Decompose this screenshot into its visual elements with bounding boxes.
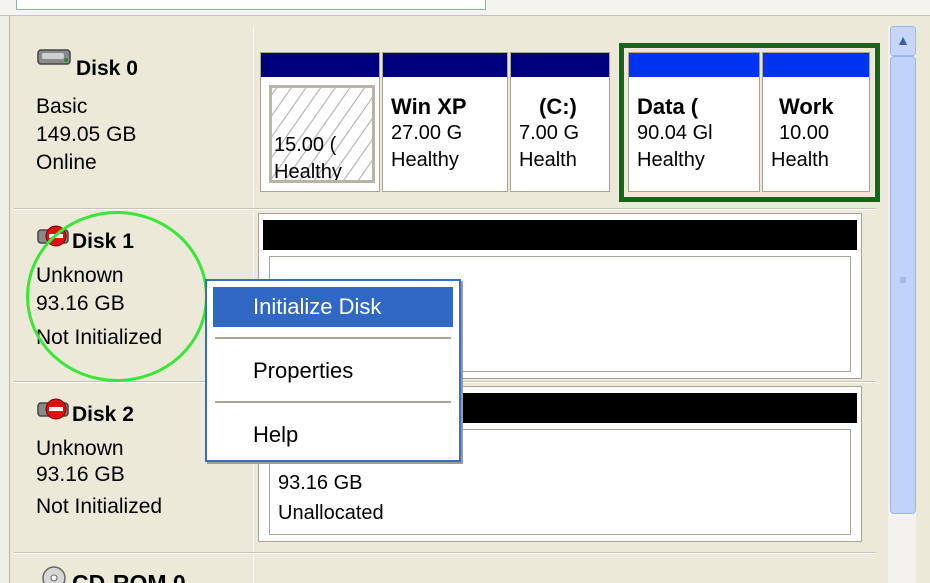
disk-name: CD-ROM 0: [72, 570, 186, 583]
vertical-scrollbar[interactable]: ▲ ≡: [888, 26, 916, 583]
extended-partition-frame: [619, 43, 880, 202]
disk-status: Online: [36, 151, 97, 174]
partition-win-xp[interactable]: Win XP 27.00 G Healthy: [382, 52, 508, 192]
volume-list-bottom: [16, 0, 486, 10]
partition-label: Win XP: [391, 94, 467, 119]
disk-error-icon: [37, 398, 69, 420]
partition-size: 7.00 G: [519, 122, 580, 144]
partition-status: Healthy: [274, 161, 342, 183]
scroll-up-button[interactable]: ▲: [890, 26, 916, 56]
menu-separator: [215, 337, 451, 340]
list-view-header: [0, 0, 930, 16]
menu-item-initialize-disk[interactable]: Initialize Disk: [213, 287, 453, 327]
partition-size: 15.00 (: [274, 134, 337, 156]
context-menu: Initialize Disk Properties Help: [205, 279, 461, 462]
partition-status: Healthy: [391, 149, 459, 171]
cdrom-0-info[interactable]: CD-ROM 0: [14, 556, 254, 583]
disk-type: Unknown: [36, 437, 124, 460]
primary-partition-bar: [383, 53, 507, 77]
partition-label: (C:): [539, 94, 577, 119]
grip-icon: ≡: [899, 273, 907, 287]
partition-size: 27.00 G: [391, 122, 463, 144]
row-divider: [14, 208, 876, 210]
partition-1[interactable]: 15.00 ( Healthy: [260, 52, 380, 192]
partition-c-drive[interactable]: (C:) 7.00 G Health: [510, 52, 610, 192]
disk-size: 93.16 GB: [36, 463, 125, 486]
disk-type: Basic: [36, 95, 88, 118]
highlight-circle: [26, 211, 208, 382]
disk-name: Disk 0: [76, 57, 138, 80]
disk-status: Not Initialized: [36, 495, 163, 518]
partition-status: Health: [519, 149, 577, 171]
cdrom-icon: [42, 566, 66, 583]
menu-separator: [215, 401, 451, 404]
primary-partition-bar: [511, 53, 609, 77]
disk-0-info[interactable]: Disk 0 Basic 149.05 GB Online: [14, 28, 254, 208]
disk-name: Disk 2: [72, 403, 134, 426]
unallocated-bar: [263, 220, 857, 250]
hard-disk-icon: [37, 49, 71, 65]
scroll-thumb[interactable]: ≡: [890, 56, 916, 514]
left-border: [0, 16, 10, 583]
unallocated-status: Unallocated: [278, 502, 384, 524]
unallocated-size: 93.16 GB: [278, 472, 363, 494]
row-divider: [14, 552, 876, 554]
primary-partition-bar: [261, 53, 379, 77]
disk-size: 149.05 GB: [36, 123, 137, 146]
menu-item-help[interactable]: Help: [213, 415, 453, 455]
menu-item-properties[interactable]: Properties: [213, 351, 453, 391]
